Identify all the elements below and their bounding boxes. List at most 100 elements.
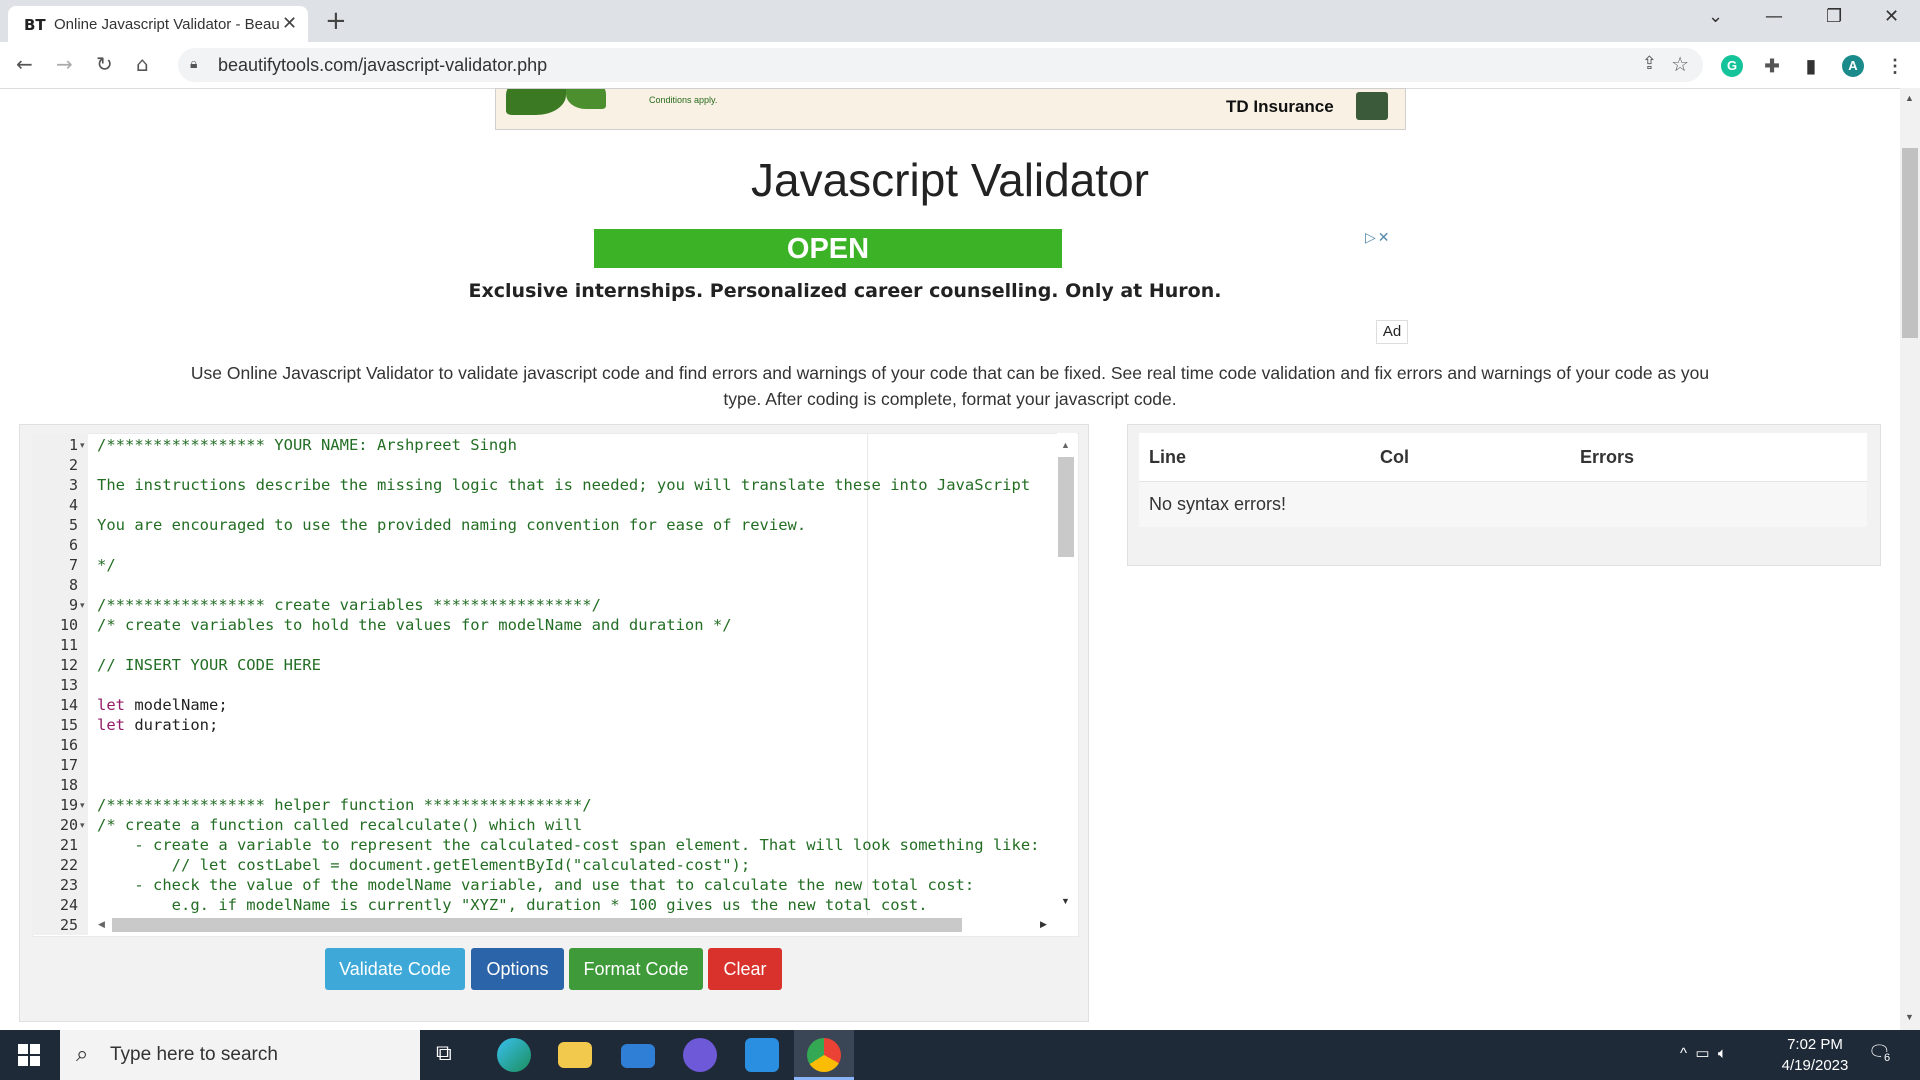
code-line[interactable] [97,635,1057,655]
code-line[interactable] [97,755,1057,775]
line-number: 23 [59,876,78,894]
mail-icon[interactable] [621,1044,655,1068]
page-scroll-up-icon[interactable]: ▲ [1905,93,1914,103]
scroll-left-arrow-icon[interactable]: ◀ [98,919,105,930]
line-number: 22 [59,856,78,874]
tab-title: Online Javascript Validator - Beau [54,16,279,33]
code-line[interactable] [97,535,1057,555]
clock-date: 4/19/2023 [1781,1057,1849,1074]
scroll-up-arrow-icon[interactable]: ▲ [1061,440,1070,450]
no-errors-message: No syntax errors! [1149,494,1287,514]
code-line[interactable] [97,775,1057,795]
ad-brand-text: TD Insurance [1226,97,1334,116]
bookmark-star-icon[interactable]: ☆ [1671,52,1689,77]
line-number: 14 [59,696,78,714]
notification-icon[interactable]: 🗨︎ 6 [1868,1042,1894,1068]
close-window-icon[interactable]: ✕ [1884,6,1899,27]
page-scroll-thumb[interactable] [1902,148,1918,338]
fold-toggle-icon[interactable]: ▾ [80,820,85,831]
leaf-graphic [566,89,606,109]
ad-label: Ad [1376,320,1408,344]
code-line[interactable]: /***************** helper function *****… [97,795,1057,815]
tab-favicon: BT [24,16,46,34]
address-bar[interactable]: 🔒︎ beautifytools.com/javascript-validato… [178,48,1703,82]
grammarly-extension-icon[interactable]: G [1721,55,1743,77]
extensions-puzzle-icon[interactable]: ✚ [1761,55,1783,77]
scroll-down-arrow-icon[interactable]: ▼ [1061,896,1070,906]
code-line[interactable]: /* create variables to hold the values f… [97,615,1057,635]
chrome-icon[interactable] [807,1038,841,1072]
code-line[interactable]: You are encouraged to use the provided n… [97,515,1057,535]
code-line[interactable]: // INSERT YOUR CODE HERE [97,655,1057,675]
code-line[interactable]: e.g. if modelName is currently "XYZ", du… [97,895,1057,915]
code-line[interactable] [97,735,1057,755]
code-line[interactable]: - create a variable to represent the cal… [97,835,1057,855]
tab-close-icon[interactable]: ✕ [282,13,297,34]
line-number: 11 [59,636,78,654]
tab-search-chevron-icon[interactable]: ⌄ [1708,6,1723,27]
code-token: // let costLabel = document.getElementBy… [97,856,751,874]
code-line[interactable]: // let costLabel = document.getElementBy… [97,855,1057,875]
edge-browser-icon[interactable] [497,1038,531,1072]
restore-icon[interactable]: ❐ [1826,6,1842,27]
line-number: 8 [68,576,78,594]
taskbar-search-box[interactable]: ⌕ Type here to search [60,1030,420,1080]
clock-time: 7:02 PM [1787,1036,1843,1053]
back-arrow-icon[interactable]: ← [16,52,33,76]
page-scroll-down-icon[interactable]: ▼ [1905,1012,1914,1022]
code-line[interactable]: let duration; [97,715,1057,735]
windows-start-icon[interactable] [18,1044,40,1066]
url-text[interactable]: beautifytools.com/javascript-validator.p… [218,55,547,76]
minimize-icon[interactable]: — [1765,6,1783,27]
code-line[interactable] [97,675,1057,695]
fold-toggle-icon[interactable]: ▾ [80,800,85,811]
validate-code-button[interactable]: Validate Code [325,948,465,990]
line-number: 2 [68,456,78,474]
top-ad-banner[interactable]: Conditions apply. TD Insurance [495,88,1406,130]
reload-icon[interactable]: ↻ [96,52,113,76]
ad-text[interactable]: Exclusive internships. Personalized care… [0,280,1690,302]
options-button[interactable]: Options [471,948,564,990]
task-view-icon[interactable]: ⧉ [436,1040,452,1066]
code-line[interactable]: The instructions describe the missing lo… [97,475,1057,495]
scroll-right-arrow-icon[interactable]: ▶ [1040,919,1047,930]
forward-arrow-icon[interactable]: → [56,52,73,76]
code-line[interactable]: /* create a function called recalculate(… [97,815,1057,835]
code-line[interactable]: - check the value of the modelName varia… [97,875,1057,895]
taskbar-clock[interactable]: 7:02 PM 4/19/2023 [1760,1034,1870,1076]
code-line[interactable]: /***************** YOUR NAME: Arshpreet … [97,435,1057,455]
clear-button[interactable]: Clear [708,948,782,990]
profile-avatar[interactable]: A [1842,55,1864,77]
format-code-button[interactable]: Format Code [569,948,703,990]
share-icon[interactable]: ⇪ [1642,53,1657,74]
menu-kebab-icon[interactable]: ⋮ [1884,55,1906,77]
code-token: The instructions describe the missing lo… [97,476,1031,494]
new-tab-button[interactable]: + [325,6,347,36]
ad-choices-icon[interactable]: ▷✕ [1365,229,1403,249]
editor-vertical-scroll-thumb[interactable] [1058,457,1074,557]
code-token: let [97,716,125,734]
side-panel-icon[interactable]: ▮ [1800,55,1822,77]
line-number: 12 [59,656,78,674]
lock-icon[interactable]: 🔒︎ [190,55,197,72]
code-line[interactable]: */ [97,555,1057,575]
code-line[interactable]: let modelName; [97,695,1057,715]
tab-active[interactable]: BT Online Javascript Validator - Beau ✕ [8,6,308,42]
discord-icon[interactable] [683,1038,717,1072]
editor-horizontal-scroll-thumb[interactable] [112,918,962,932]
file-explorer-icon[interactable] [558,1042,592,1068]
fold-toggle-icon[interactable]: ▾ [80,440,85,451]
column-header-errors: Errors [1580,447,1635,467]
home-icon[interactable]: ⌂ [136,52,149,76]
code-line[interactable] [97,455,1057,475]
code-line[interactable] [97,575,1057,595]
line-number: 20 [59,816,78,834]
line-number: 24 [59,896,78,914]
code-line[interactable]: /***************** create variables ****… [97,595,1057,615]
system-tray-icons[interactable]: ^ ▭ 🔈︎ [1680,1044,1727,1062]
code-line[interactable] [97,495,1057,515]
vscode-icon[interactable] [745,1038,779,1072]
ad-open-button[interactable]: OPEN [594,229,1062,268]
fold-toggle-icon[interactable]: ▾ [80,600,85,611]
code-token: e.g. if modelName is currently "XYZ", du… [97,896,928,914]
